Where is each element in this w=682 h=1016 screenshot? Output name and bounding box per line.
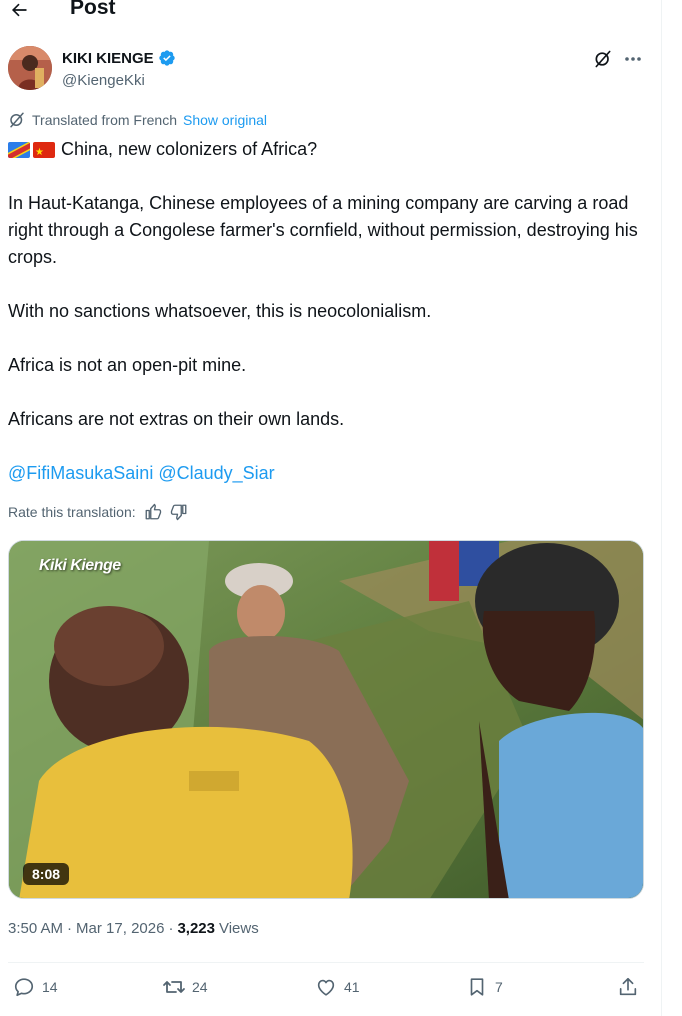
rate-translation: Rate this translation:	[8, 503, 188, 521]
display-name[interactable]: KIKI KIENGE	[62, 50, 154, 67]
views-count: 3,223	[177, 920, 215, 937]
author-handle[interactable]: @KiengeKki	[62, 72, 145, 89]
translation-label: Translated from French	[32, 112, 177, 128]
tweet-paragraph-1: In Haut-Katanga, Chinese employees of a …	[8, 193, 638, 267]
thumbs-down-icon[interactable]	[170, 503, 188, 521]
mention-link[interactable]: @Claudy_Siar	[158, 463, 274, 483]
post-time[interactable]: 3:50 AM	[8, 920, 63, 937]
video-player[interactable]: Kiki Kienge 8:08	[8, 540, 644, 899]
tweet-text: China, new colonizers of Africa? In Haut…	[8, 136, 648, 487]
share-button[interactable]	[616, 975, 640, 999]
page-title: Post	[70, 0, 116, 19]
back-button[interactable]	[8, 0, 30, 23]
bookmark-button[interactable]: 7	[465, 975, 503, 999]
reply-button[interactable]: 14	[12, 975, 58, 999]
translation-notice: Translated from French Show original	[8, 111, 267, 129]
post-header: Post	[0, 0, 662, 26]
mention-link[interactable]: @FifiMasukaSaini	[8, 463, 153, 483]
more-icon	[625, 57, 641, 61]
grok-button[interactable]	[592, 48, 614, 70]
tweet-paragraph-3: Africa is not an open-pit mine.	[8, 355, 247, 375]
tweet-paragraph-4: Africans are not extras on their own lan…	[8, 409, 345, 429]
like-button[interactable]: 41	[314, 975, 360, 999]
repost-icon	[162, 975, 186, 999]
more-button[interactable]	[622, 48, 644, 70]
video-watermark: Kiki Kienge	[39, 557, 121, 574]
bookmark-icon	[465, 975, 489, 999]
repost-button[interactable]: 24	[162, 975, 208, 999]
author-name-row[interactable]: KIKI KIENGE	[62, 49, 176, 67]
tweet-line-1: China, new colonizers of Africa?	[61, 139, 318, 159]
drc-flag-icon	[8, 142, 30, 158]
post-meta: 3:50 AM · Mar 17, 2026 · 3,223 Views	[8, 920, 259, 937]
grok-icon	[595, 50, 611, 68]
repost-count: 24	[192, 979, 208, 995]
divider	[8, 962, 644, 963]
like-count: 41	[344, 979, 360, 995]
video-thumbnail	[9, 541, 643, 898]
like-icon	[314, 975, 338, 999]
rate-label: Rate this translation:	[8, 504, 136, 520]
views-label: Views	[218, 920, 259, 937]
reply-icon	[12, 975, 36, 999]
meta-separator: ·	[67, 920, 73, 937]
meta-separator: ·	[168, 920, 174, 937]
flag-emojis	[8, 142, 55, 158]
post-date[interactable]: Mar 17, 2026	[76, 920, 164, 937]
verified-badge-icon[interactable]	[158, 49, 176, 67]
translate-icon	[10, 112, 24, 128]
thumbs-up-icon[interactable]	[144, 503, 162, 521]
show-original-link[interactable]: Show original	[183, 112, 267, 128]
video-duration: 8:08	[23, 863, 70, 885]
china-flag-icon	[33, 142, 55, 158]
share-icon	[616, 975, 640, 999]
back-arrow-icon	[11, 3, 27, 17]
avatar[interactable]	[8, 46, 52, 90]
reply-count: 14	[42, 979, 58, 995]
tweet-paragraph-2: With no sanctions whatsoever, this is ne…	[8, 301, 432, 321]
bookmark-count: 7	[495, 979, 503, 995]
